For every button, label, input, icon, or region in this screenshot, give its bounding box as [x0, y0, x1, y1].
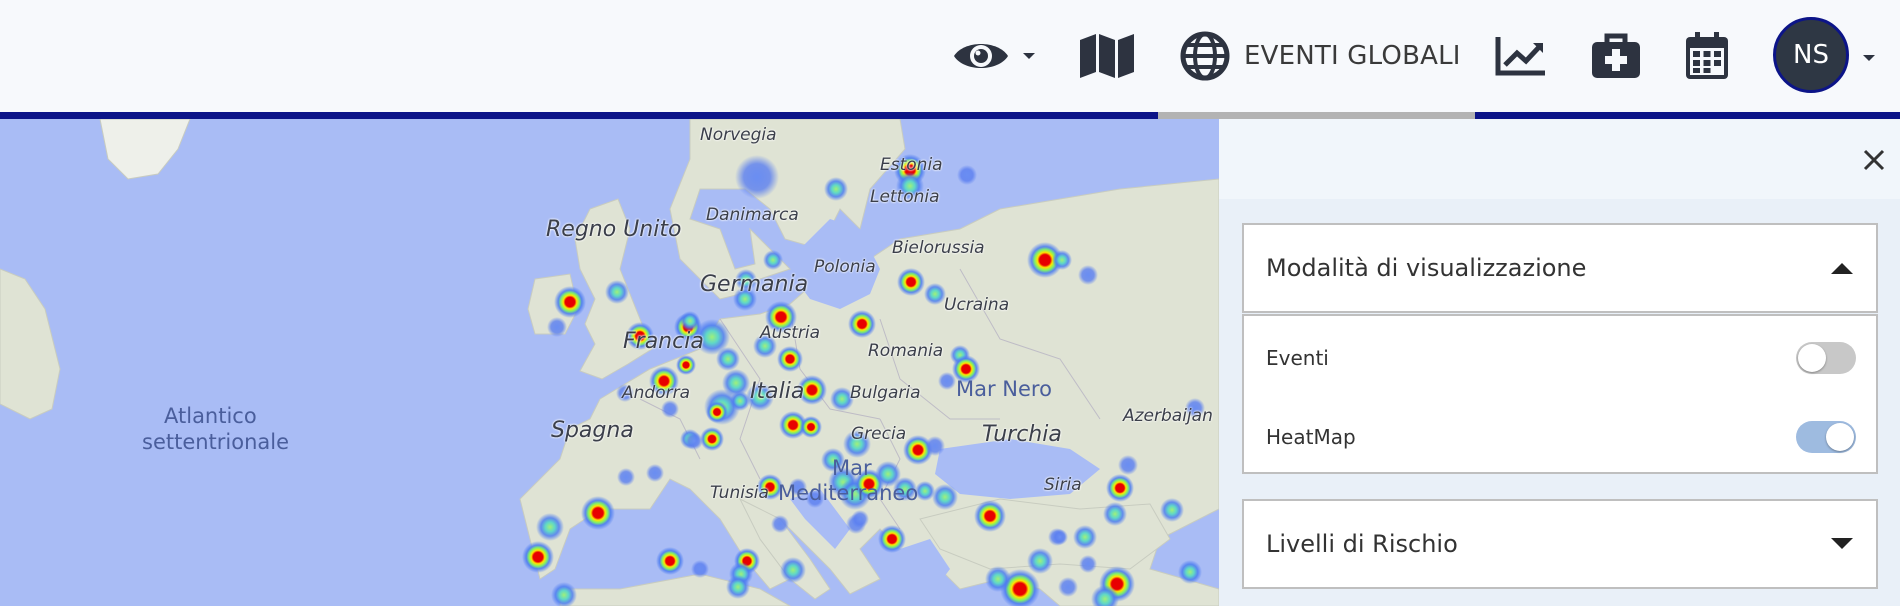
- map-label: Ucraina: [944, 295, 1010, 315]
- panel-header: [1219, 119, 1900, 199]
- map-label: Spagna: [551, 418, 634, 443]
- map-label: Grecia: [851, 424, 907, 444]
- map-label: Estonia: [880, 155, 943, 175]
- health-button[interactable]: [1590, 0, 1642, 112]
- heatmap-option-label: HeatMap: [1266, 425, 1356, 449]
- map-label: settentrionale: [142, 430, 290, 454]
- top-progress-bar: [0, 112, 1900, 119]
- map-label: Bielorussia: [892, 238, 985, 258]
- eye-icon: [952, 36, 1010, 76]
- events-toggle[interactable]: [1796, 342, 1856, 374]
- heatmap-map[interactable]: Norvegia Estonia Lettonia Danimarca Regn…: [0, 119, 1219, 606]
- map-button[interactable]: [1078, 0, 1136, 112]
- progress-segment: [1158, 112, 1475, 119]
- map-canvas[interactable]: [0, 119, 1219, 606]
- caret-up-icon: [1830, 261, 1854, 280]
- heatmap-option-row: HeatMap: [1266, 417, 1856, 457]
- caret-down-icon: [1022, 51, 1036, 61]
- global-events-button[interactable]: EVENTI GLOBALI: [1180, 0, 1461, 112]
- map-label: Siria: [1044, 475, 1082, 495]
- map-label: Andorra: [622, 383, 690, 403]
- map-label: Regno Unito: [546, 217, 682, 242]
- statistics-button[interactable]: [1495, 0, 1547, 112]
- map-label: Danimarca: [706, 205, 799, 225]
- map-label: Tunisia: [710, 483, 769, 503]
- close-icon[interactable]: [1859, 145, 1889, 175]
- map-label: Polonia: [814, 257, 876, 277]
- map-label: Bulgaria: [850, 383, 921, 403]
- map-label: Francia: [623, 329, 704, 354]
- map-label: Norvegia: [700, 125, 777, 145]
- caret-down-icon[interactable]: [1862, 50, 1876, 68]
- user-avatar[interactable]: NS: [1773, 17, 1849, 93]
- medical-kit-icon: [1590, 32, 1642, 80]
- heatmap-toggle[interactable]: [1796, 421, 1856, 453]
- global-events-label: EVENTI GLOBALI: [1244, 41, 1461, 71]
- risk-levels-title: Livelli di Rischio: [1266, 530, 1458, 558]
- globe-icon: [1180, 31, 1230, 81]
- chart-line-icon: [1495, 35, 1547, 77]
- calendar-icon: [1684, 31, 1730, 81]
- events-option-label: Eventi: [1266, 346, 1329, 370]
- top-navigation-bar: EVENTI GLOBALI NS: [0, 0, 1900, 112]
- calendar-button[interactable]: [1684, 0, 1730, 112]
- layer-settings-panel: Modalità di visualizzazione Eventi HeatM…: [1219, 119, 1900, 606]
- view-mode-menu[interactable]: [952, 0, 1042, 112]
- toggle-knob: [1826, 423, 1854, 451]
- map-label: Lettonia: [870, 187, 940, 207]
- map-label: Romania: [868, 341, 944, 361]
- toggle-knob: [1798, 344, 1826, 372]
- risk-levels-accordion-header[interactable]: Livelli di Rischio: [1242, 499, 1878, 589]
- map-label: Mar: [832, 456, 872, 480]
- display-mode-options: Eventi HeatMap: [1242, 314, 1878, 474]
- map-icon: [1078, 32, 1136, 80]
- map-label: Italia: [750, 379, 805, 404]
- map-label: Germania: [700, 272, 809, 297]
- map-label: Mediterraneo: [778, 481, 919, 505]
- map-label: Atlantico: [164, 404, 257, 428]
- map-label: Turchia: [982, 422, 1062, 447]
- caret-down-icon: [1830, 537, 1854, 556]
- display-mode-title: Modalità di visualizzazione: [1266, 254, 1587, 282]
- display-mode-accordion-header[interactable]: Modalità di visualizzazione: [1242, 223, 1878, 313]
- map-label: Azerbaijan: [1123, 406, 1213, 426]
- map-label: Mar Nero: [956, 377, 1052, 401]
- map-label: Austria: [760, 323, 821, 343]
- events-option-row: Eventi: [1266, 338, 1856, 378]
